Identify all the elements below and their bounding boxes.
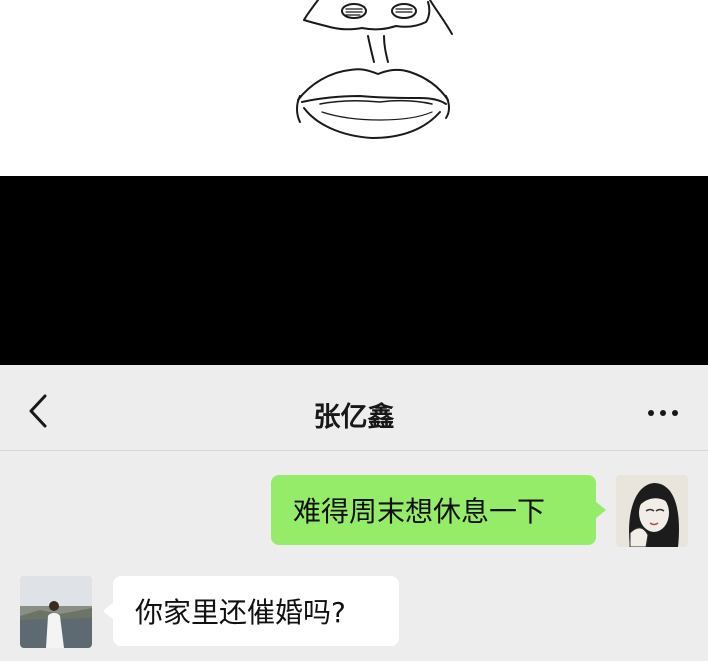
sketch-panel	[0, 0, 708, 176]
my-avatar[interactable]	[616, 475, 688, 547]
more-options-button[interactable]	[642, 395, 684, 431]
message-bubble-received[interactable]: 你家里还催婚吗?	[103, 576, 399, 646]
face-sketch-illustration	[296, 0, 453, 139]
nav-bar: 张亿鑫	[0, 365, 708, 451]
chat-screen: 张亿鑫 难得周末想休息一下 你家里还催婚吗?	[0, 365, 708, 661]
black-band	[0, 176, 708, 365]
message-text: 你家里还催婚吗?	[135, 596, 346, 629]
avatar-image	[616, 475, 688, 547]
chat-title: 张亿鑫	[313, 402, 395, 433]
more-dots-icon	[648, 410, 654, 416]
avatar-image	[20, 576, 92, 648]
contact-avatar[interactable]	[20, 576, 92, 648]
message-bubble-sent[interactable]: 难得周末想休息一下	[271, 475, 606, 545]
message-text: 难得周末想休息一下	[293, 495, 546, 528]
